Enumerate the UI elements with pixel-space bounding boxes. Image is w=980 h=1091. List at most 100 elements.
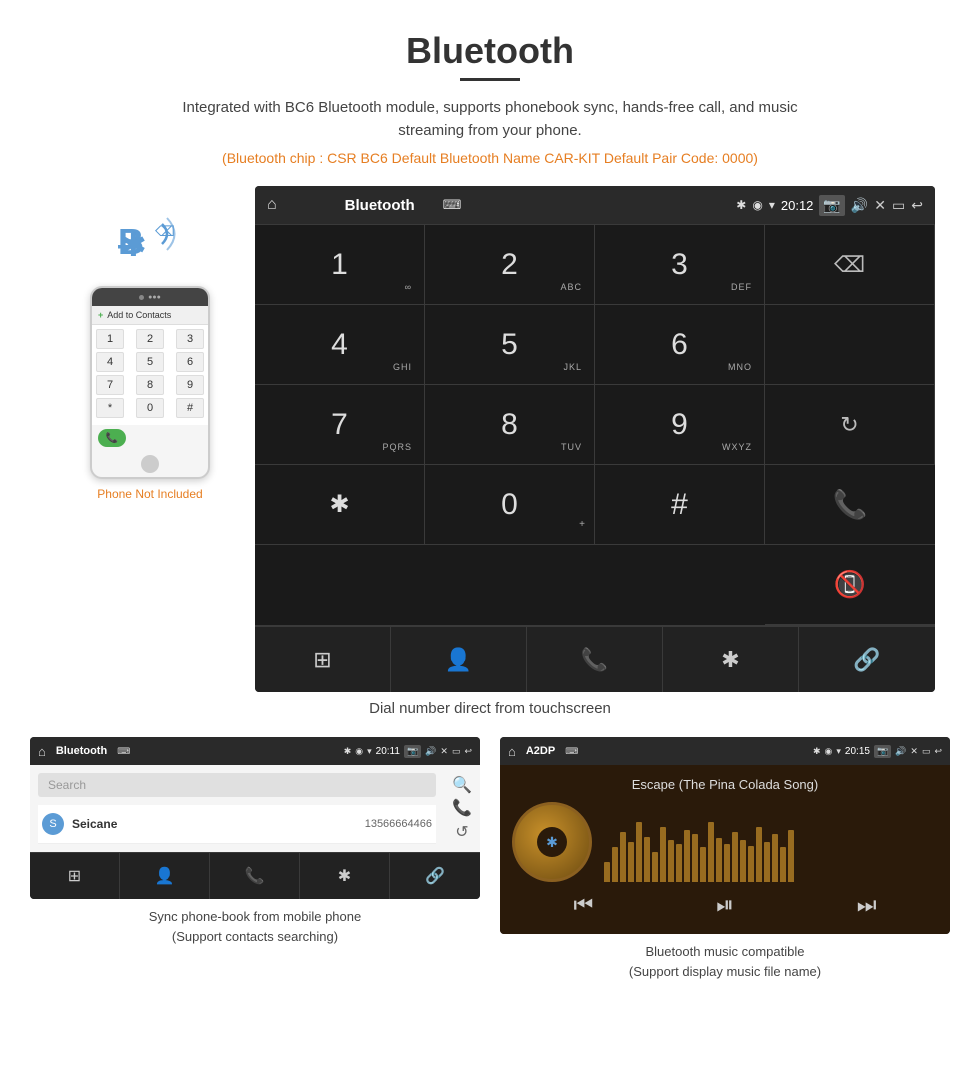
- key-call-red[interactable]: 📵: [765, 545, 935, 625]
- contact-name-seicane: Seicane: [72, 817, 365, 831]
- music-visualizer: [604, 802, 938, 882]
- phonebook-clock: 20:11: [376, 746, 400, 757]
- phonebook-wifi-icon: ▾: [367, 746, 372, 757]
- usb-icon: ⌨: [443, 197, 462, 213]
- phonebook-home-icon[interactable]: ⌂: [38, 744, 46, 759]
- viz-bar: [628, 842, 634, 882]
- music-wifi-icon: ▾: [836, 746, 841, 757]
- phonebook-title: Bluetooth: [56, 745, 107, 757]
- phonebook-wrapper: Search S Seicane 13566664466 🔍 📞 ↺: [30, 765, 480, 852]
- phonebook-status-bar: ⌂ Bluetooth ⌨ ✱ ◉ ▾ 20:11 📷 🔊 ✕ ▭ ↩: [30, 737, 480, 765]
- window-icon[interactable]: ▭: [892, 197, 905, 214]
- viz-bar: [780, 847, 786, 882]
- key-star[interactable]: ✱: [255, 465, 425, 545]
- pb-toolbar-contacts[interactable]: 👤: [120, 853, 210, 899]
- key-hash[interactable]: #: [595, 465, 765, 545]
- home-icon[interactable]: ⌂: [267, 196, 277, 214]
- key-2[interactable]: 2ABC: [425, 225, 595, 305]
- key-4[interactable]: 4GHI: [255, 305, 425, 385]
- phonebook-main: Search S Seicane 13566664466: [30, 765, 444, 852]
- car-screen-main: ⌂ Bluetooth ⌨ ✱ ◉ ▾ 20:12 📷 🔊 ✕ ▭ ↩ 1∞ 2: [255, 186, 935, 692]
- close-icon[interactable]: ✕: [874, 197, 886, 214]
- phone-key-star[interactable]: *: [96, 398, 124, 418]
- add-contact-icon: +: [98, 310, 103, 320]
- phone-key-5[interactable]: 5: [136, 352, 164, 372]
- toolbar-link-button[interactable]: 🔗: [799, 627, 935, 692]
- phone-key-3[interactable]: 3: [176, 329, 204, 349]
- viz-bar: [620, 832, 626, 882]
- key-refresh[interactable]: ↻: [765, 385, 935, 465]
- phone-home-button[interactable]: [141, 455, 159, 473]
- phone-key-8[interactable]: 8: [136, 375, 164, 395]
- pb-toolbar-phone[interactable]: 📞: [210, 853, 300, 899]
- viz-bar: [636, 822, 642, 882]
- key-0[interactable]: 0+: [425, 465, 595, 545]
- music-item: ⌂ A2DP ⌨ ✱ ◉ ▾ 20:15 📷 🔊 ✕ ▭ ↩ Escape (T…: [500, 737, 950, 981]
- music-song-title: Escape (The Pina Colada Song): [512, 777, 938, 792]
- viz-bar: [732, 832, 738, 882]
- car-status-bar: ⌂ Bluetooth ⌨ ✱ ◉ ▾ 20:12 📷 🔊 ✕ ▭ ↩: [255, 186, 935, 224]
- phone-key-9[interactable]: 9: [176, 375, 204, 395]
- viz-bar: [612, 847, 618, 882]
- phone-key-hash[interactable]: #: [176, 398, 204, 418]
- music-caption: Bluetooth music compatible(Support displ…: [629, 942, 821, 981]
- toolbar-contacts-button[interactable]: 👤: [391, 627, 527, 692]
- toolbar-dialpad-button[interactable]: ⊞: [255, 627, 391, 692]
- dialpad-grid: 1∞ 2ABC 3DEF ⌫ 4GHI 5JKL 6MNO: [255, 224, 935, 545]
- viz-bar: [604, 862, 610, 882]
- music-loc-icon: ◉: [825, 746, 833, 757]
- music-home-icon[interactable]: ⌂: [508, 744, 516, 759]
- pb-toolbar-dialpad[interactable]: ⊞: [30, 853, 120, 899]
- call-side-icon[interactable]: 📞: [452, 798, 472, 818]
- music-play-pause-button[interactable]: ⏯: [716, 892, 734, 918]
- music-back-icon: ↩: [934, 746, 942, 757]
- viz-bar: [748, 846, 754, 882]
- viz-bar: [700, 847, 706, 882]
- key-6[interactable]: 6MNO: [595, 305, 765, 385]
- camera-icon[interactable]: 📷: [819, 195, 844, 216]
- key-9[interactable]: 9WXYZ: [595, 385, 765, 465]
- volume-icon[interactable]: 🔊: [851, 197, 868, 214]
- phonebook-side-icons: 🔍 📞 ↺: [444, 765, 480, 852]
- music-next-button[interactable]: ⏭: [857, 892, 877, 918]
- key-8[interactable]: 8TUV: [425, 385, 595, 465]
- music-screen: ⌂ A2DP ⌨ ✱ ◉ ▾ 20:15 📷 🔊 ✕ ▭ ↩ Escape (T…: [500, 737, 950, 934]
- key-5[interactable]: 5JKL: [425, 305, 595, 385]
- toolbar-phone-button[interactable]: 📞: [527, 627, 663, 692]
- phone-key-7[interactable]: 7: [96, 375, 124, 395]
- phone-key-2[interactable]: 2: [136, 329, 164, 349]
- album-art-inner: ✱: [537, 827, 567, 857]
- main-content-row: ✱ Ƀ ⌫ ●●● + Add to Contacts 1: [0, 186, 980, 692]
- key-1[interactable]: 1∞: [255, 225, 425, 305]
- music-bt-symbol: ✱: [546, 834, 558, 851]
- phone-key-1[interactable]: 1: [96, 329, 124, 349]
- viz-bar: [652, 852, 658, 882]
- refresh-side-icon[interactable]: ↺: [455, 822, 468, 842]
- music-prev-button[interactable]: ⏮: [573, 892, 593, 918]
- search-side-icon[interactable]: 🔍: [452, 775, 472, 795]
- pb-toolbar-link[interactable]: 🔗: [390, 853, 480, 899]
- key-call-green[interactable]: 📞: [765, 465, 935, 545]
- phone-dial-row-1: 1 2 3: [96, 329, 204, 349]
- back-icon[interactable]: ↩: [911, 197, 923, 214]
- phonebook-search-bar[interactable]: Search: [38, 773, 436, 797]
- phonebook-bottom-toolbar: ⊞ 👤 📞 ✱ 🔗: [30, 852, 480, 899]
- phone-camera: [139, 295, 144, 300]
- toolbar-bluetooth-button[interactable]: ✱: [663, 627, 799, 692]
- music-controls: ⏮ ⏯ ⏭: [512, 882, 938, 922]
- phone-call-button[interactable]: 📞: [98, 429, 126, 447]
- key-3[interactable]: 3DEF: [595, 225, 765, 305]
- key-7[interactable]: 7PQRS: [255, 385, 425, 465]
- phone-key-0[interactable]: 0: [136, 398, 164, 418]
- pb-toolbar-bluetooth[interactable]: ✱: [300, 853, 390, 899]
- viz-bar: [660, 827, 666, 882]
- phonebook-win-icon: ▭: [452, 746, 461, 757]
- album-art: ✱: [512, 802, 592, 882]
- phone-key-4[interactable]: 4: [96, 352, 124, 372]
- phone-key-6[interactable]: 6: [176, 352, 204, 372]
- phone-dial-row-4: * 0 #: [96, 398, 204, 418]
- key-backspace[interactable]: ⌫: [765, 225, 935, 305]
- music-body: Escape (The Pina Colada Song) ✱ ⏮ ⏯ ⏭: [500, 765, 950, 934]
- contact-row-seicane[interactable]: S Seicane 13566664466: [38, 805, 436, 844]
- phonebook-body: Search S Seicane 13566664466: [30, 765, 444, 852]
